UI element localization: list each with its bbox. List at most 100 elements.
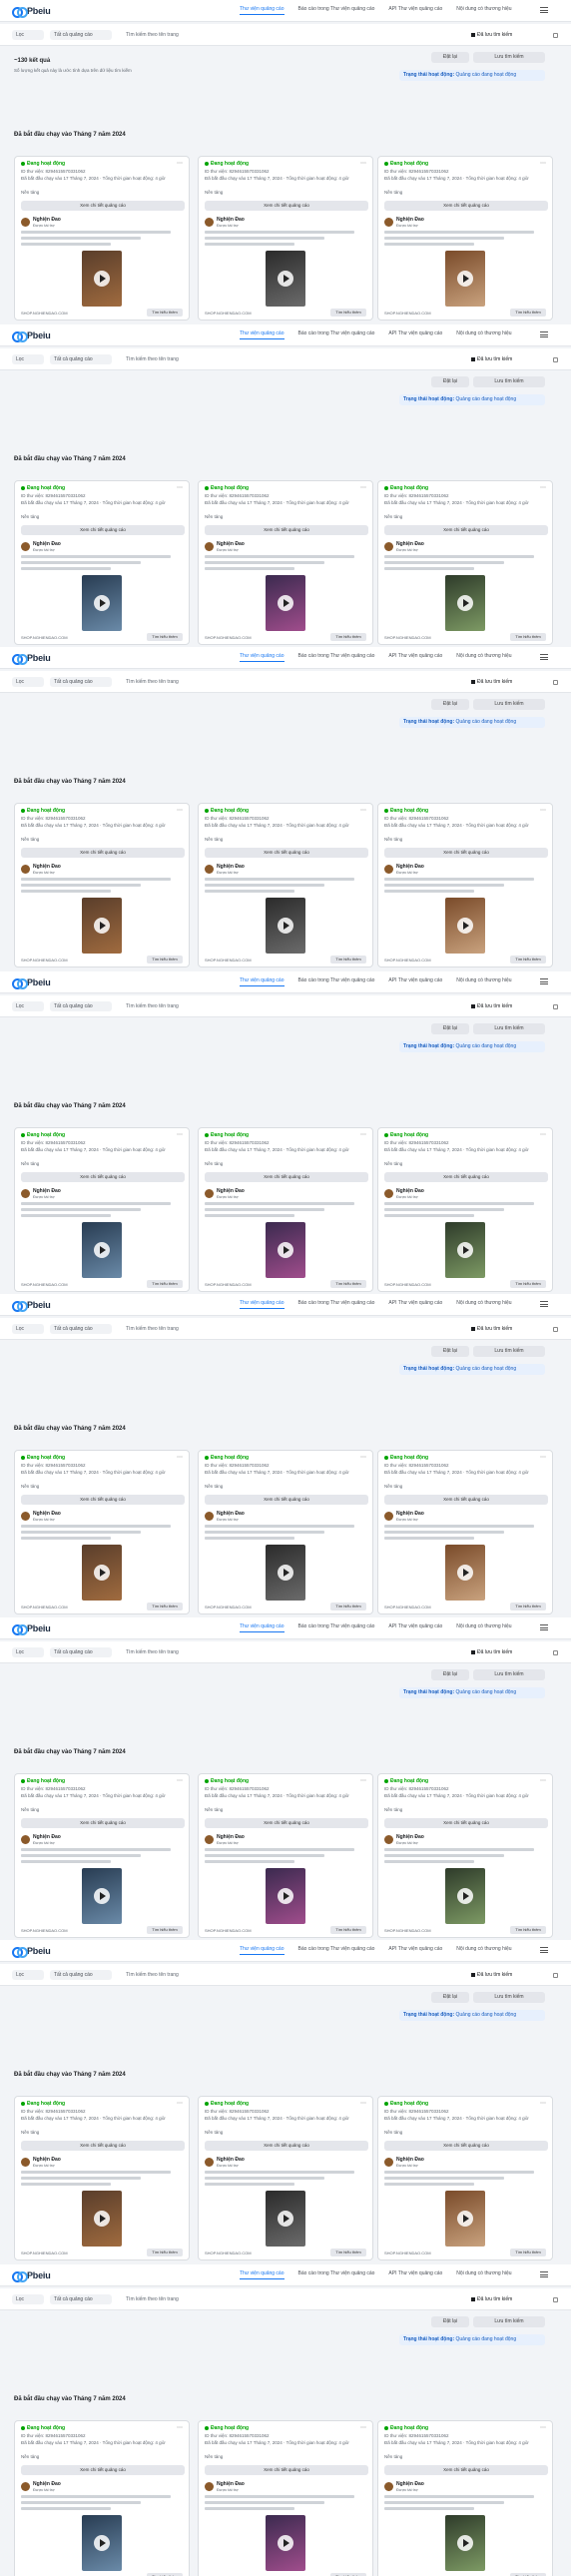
reset-button[interactable]: Đặt lại xyxy=(431,1992,469,2003)
advertiser-header[interactable]: Nghiện Đao Được tài trợ xyxy=(384,217,424,228)
saved-searches-button[interactable]: Đã lưu tìm kiếm xyxy=(467,1970,545,1980)
save-search-button[interactable]: Lưu tìm kiếm xyxy=(473,699,545,710)
learn-more-button[interactable]: Tìm hiểu thêm xyxy=(147,956,183,964)
country-select[interactable]: Lọc xyxy=(12,1970,44,1980)
learn-more-button[interactable]: Tìm hiểu thêm xyxy=(510,1280,546,1288)
more-options-icon[interactable]: ⋯ xyxy=(360,1777,366,1784)
hamburger-menu-icon[interactable] xyxy=(540,331,548,337)
country-select[interactable]: Lọc xyxy=(12,677,44,687)
more-options-icon[interactable]: ⋯ xyxy=(360,1131,366,1138)
ad-video-thumbnail[interactable] xyxy=(266,2515,305,2571)
search-input[interactable]: Tìm kiếm theo tên trang xyxy=(122,1324,451,1334)
nav-link[interactable]: Thư viện quảng cáo xyxy=(240,1946,285,1955)
ad-card[interactable]: Đang hoạt động ⋯ ID thư viện: 829461557033… xyxy=(14,2096,190,2260)
ad-video-thumbnail[interactable] xyxy=(82,2515,122,2571)
nav-link[interactable]: API Thư viện quảng cáo xyxy=(388,653,442,662)
learn-more-button[interactable]: Tìm hiểu thêm xyxy=(510,956,546,964)
learn-more-button[interactable]: Tìm hiểu thêm xyxy=(147,1603,183,1610)
save-search-button[interactable]: Lưu tìm kiếm xyxy=(473,1669,545,1680)
play-icon[interactable] xyxy=(94,595,110,611)
ad-type-select[interactable]: Tất cả quảng cáo xyxy=(50,1324,112,1334)
ad-video-thumbnail[interactable] xyxy=(82,1545,122,1601)
learn-more-button[interactable]: Tìm hiểu thêm xyxy=(147,1280,183,1288)
ad-video-thumbnail[interactable] xyxy=(82,2191,122,2247)
ad-video-thumbnail[interactable] xyxy=(445,1222,485,1278)
play-icon[interactable] xyxy=(94,2535,110,2551)
ad-video-thumbnail[interactable] xyxy=(266,251,305,307)
ad-video-thumbnail[interactable] xyxy=(445,251,485,307)
play-icon[interactable] xyxy=(94,1565,110,1581)
logo[interactable]: Pbeiu xyxy=(12,1299,51,1312)
advertiser-header[interactable]: Nghiện Đao Được tài trợ xyxy=(21,1511,61,1522)
country-select[interactable]: Lọc xyxy=(12,1001,44,1011)
learn-more-button[interactable]: Tìm hiểu thêm xyxy=(147,1926,183,1934)
learn-more-button[interactable]: Tìm hiểu thêm xyxy=(510,1603,546,1610)
more-options-icon[interactable]: ⋯ xyxy=(540,807,546,814)
search-input[interactable]: Tìm kiếm theo tên trang xyxy=(122,30,451,40)
ad-type-select[interactable]: Tất cả quảng cáo xyxy=(50,1970,112,1980)
active-filter-chip[interactable]: Trạng thái hoạt động: Quảng cáo đang hoạ… xyxy=(399,717,545,728)
play-icon[interactable] xyxy=(94,2211,110,2227)
filter-icon[interactable] xyxy=(553,357,558,362)
learn-more-button[interactable]: Tìm hiểu thêm xyxy=(330,309,366,317)
hamburger-menu-icon[interactable] xyxy=(540,1624,548,1630)
see-ad-details-button[interactable]: Xem chi tiết quảng cáo xyxy=(21,201,185,211)
ad-card[interactable]: Đang hoạt động ⋯ ID thư viện: 829461557033… xyxy=(377,156,553,321)
advertiser-header[interactable]: Nghiện Đao Được tài trợ xyxy=(205,864,245,875)
nav-link[interactable]: API Thư viện quảng cáo xyxy=(388,977,442,986)
play-icon[interactable] xyxy=(457,2535,473,2551)
ad-video-thumbnail[interactable] xyxy=(445,2515,485,2571)
saved-searches-button[interactable]: Đã lưu tìm kiếm xyxy=(467,30,545,40)
more-options-icon[interactable]: ⋯ xyxy=(177,1777,183,1784)
ad-card[interactable]: Đang hoạt động ⋯ ID thư viện: 829461557033… xyxy=(198,2420,373,2576)
search-input[interactable]: Tìm kiếm theo tên trang xyxy=(122,2294,451,2304)
learn-more-button[interactable]: Tìm hiểu thêm xyxy=(330,1603,366,1610)
ad-card[interactable]: Đang hoạt động ⋯ ID thư viện: 829461557033… xyxy=(377,1773,553,1938)
active-filter-chip[interactable]: Trạng thái hoạt động: Quảng cáo đang hoạ… xyxy=(399,70,545,81)
nav-link[interactable]: API Thư viện quảng cáo xyxy=(388,2270,442,2279)
advertiser-header[interactable]: Nghiện Đao Được tài trợ xyxy=(384,1834,424,1845)
nav-link[interactable]: Thư viện quảng cáo xyxy=(240,1623,285,1632)
see-ad-details-button[interactable]: Xem chi tiết quảng cáo xyxy=(384,848,548,858)
more-options-icon[interactable]: ⋯ xyxy=(360,2100,366,2107)
active-filter-chip[interactable]: Trạng thái hoạt động: Quảng cáo đang hoạ… xyxy=(399,1687,545,1698)
ad-video-thumbnail[interactable] xyxy=(445,898,485,954)
advertiser-header[interactable]: Nghiện Đao Được tài trợ xyxy=(205,1511,245,1522)
nav-link[interactable]: Thư viện quảng cáo xyxy=(240,6,285,15)
advertiser-header[interactable]: Nghiện Đao Được tài trợ xyxy=(21,1834,61,1845)
advertiser-header[interactable]: Nghiện Đao Được tài trợ xyxy=(205,1188,245,1199)
ad-video-thumbnail[interactable] xyxy=(445,575,485,631)
ad-card[interactable]: Đang hoạt động ⋯ ID thư viện: 829461557033… xyxy=(377,2096,553,2260)
saved-searches-button[interactable]: Đã lưu tìm kiếm xyxy=(467,2294,545,2304)
hamburger-menu-icon[interactable] xyxy=(540,7,548,13)
logo[interactable]: Pbeiu xyxy=(12,1945,51,1958)
advertiser-header[interactable]: Nghiện Đao Được tài trợ xyxy=(21,2157,61,2168)
reset-button[interactable]: Đặt lại xyxy=(431,376,469,387)
nav-link[interactable]: Báo cáo trong Thư viện quảng cáo xyxy=(298,330,375,339)
play-icon[interactable] xyxy=(94,1242,110,1258)
see-ad-details-button[interactable]: Xem chi tiết quảng cáo xyxy=(384,2465,548,2475)
country-select[interactable]: Lọc xyxy=(12,1647,44,1657)
more-options-icon[interactable]: ⋯ xyxy=(360,807,366,814)
active-filter-chip[interactable]: Trạng thái hoạt động: Quảng cáo đang hoạ… xyxy=(399,1041,545,1052)
saved-searches-button[interactable]: Đã lưu tìm kiếm xyxy=(467,1001,545,1011)
more-options-icon[interactable]: ⋯ xyxy=(177,2424,183,2431)
ad-card[interactable]: Đang hoạt động ⋯ ID thư viện: 829461557033… xyxy=(14,1773,190,1938)
nav-link[interactable]: API Thư viện quảng cáo xyxy=(388,1300,442,1309)
more-options-icon[interactable]: ⋯ xyxy=(360,484,366,491)
play-icon[interactable] xyxy=(278,271,293,287)
filter-icon[interactable] xyxy=(553,1973,558,1978)
nav-link[interactable]: Thư viện quảng cáo xyxy=(240,2270,285,2279)
nav-link[interactable]: API Thư viện quảng cáo xyxy=(388,1946,442,1955)
ad-card[interactable]: Đang hoạt động ⋯ ID thư viện: 829461557033… xyxy=(14,480,190,645)
learn-more-button[interactable]: Tìm hiểu thêm xyxy=(330,956,366,964)
learn-more-button[interactable]: Tìm hiểu thêm xyxy=(147,309,183,317)
see-ad-details-button[interactable]: Xem chi tiết quảng cáo xyxy=(205,1172,368,1182)
filter-icon[interactable] xyxy=(553,1327,558,1332)
see-ad-details-button[interactable]: Xem chi tiết quảng cáo xyxy=(384,201,548,211)
advertiser-header[interactable]: Nghiện Đao Được tài trợ xyxy=(21,541,61,552)
advertiser-header[interactable]: Nghiện Đao Được tài trợ xyxy=(21,2481,61,2492)
country-select[interactable]: Lọc xyxy=(12,30,44,40)
advertiser-header[interactable]: Nghiện Đao Được tài trợ xyxy=(384,864,424,875)
more-options-icon[interactable]: ⋯ xyxy=(540,160,546,167)
